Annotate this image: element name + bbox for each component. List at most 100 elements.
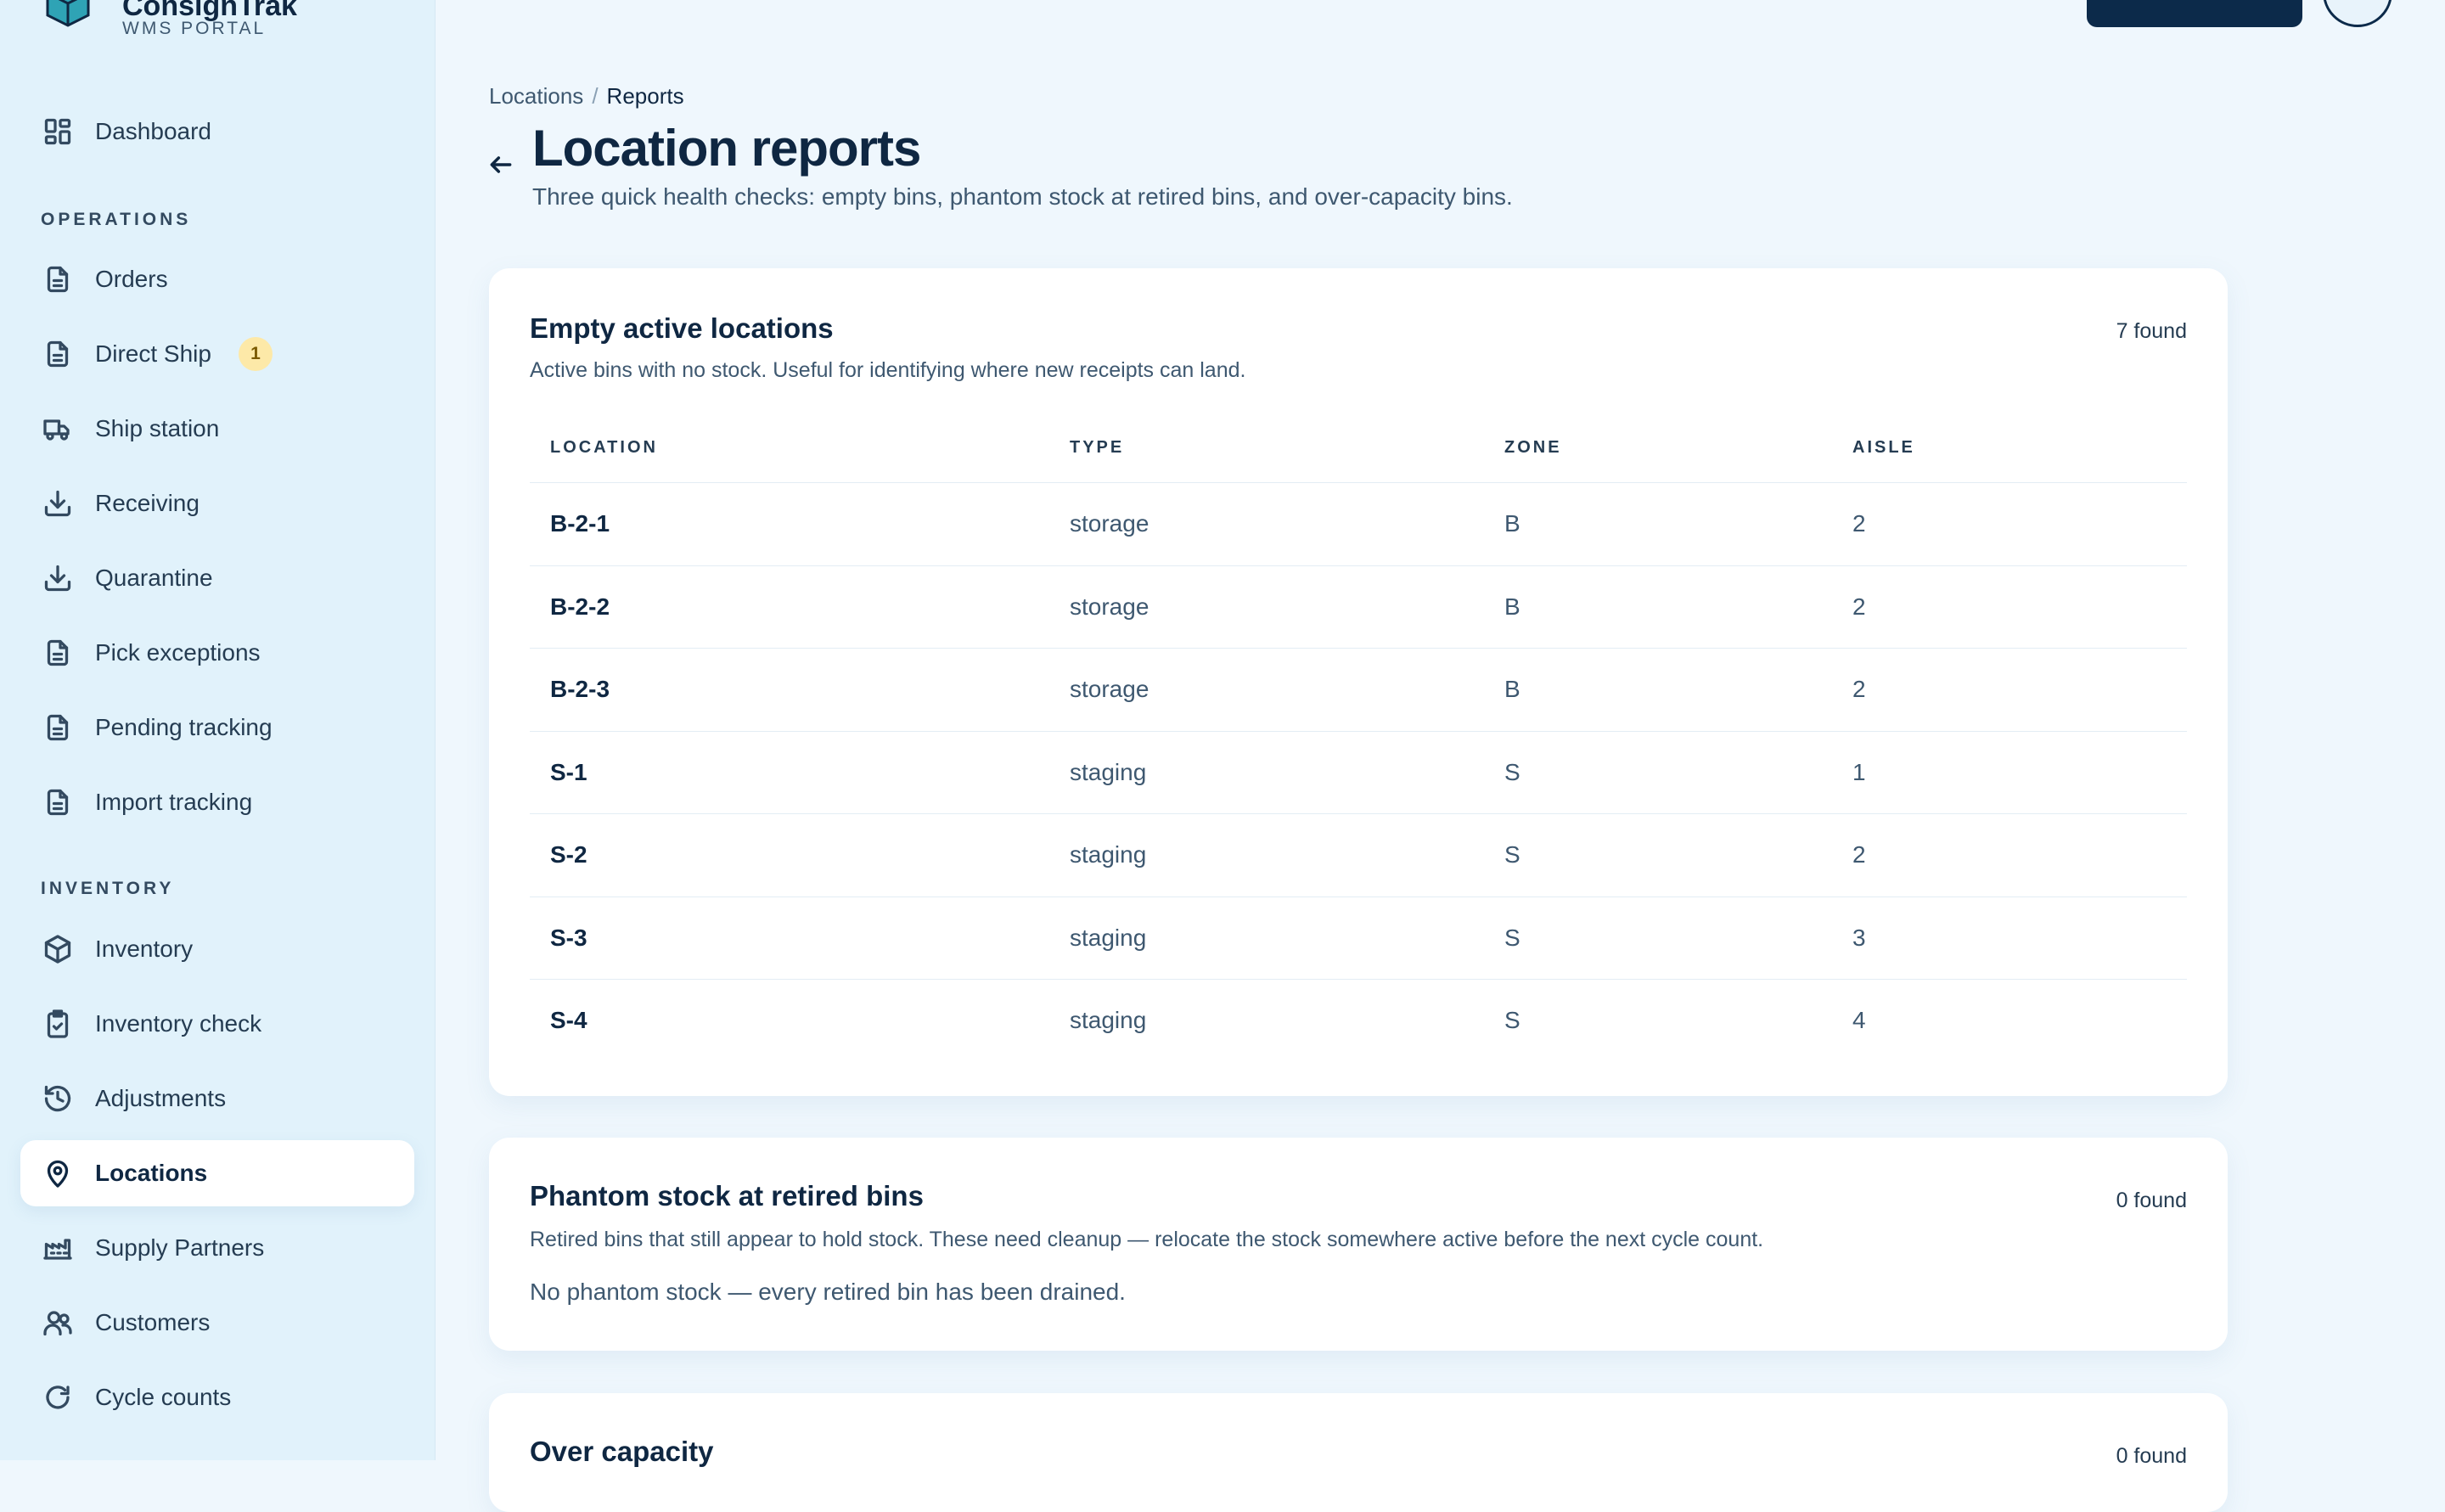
brand-subtitle: WMS PORTAL (122, 19, 267, 38)
primary-action-button[interactable] (2087, 0, 2302, 27)
over-capacity-card: Over capacity 0 found (489, 1393, 2228, 1512)
sidebar-item-locations[interactable]: Locations (20, 1140, 414, 1206)
download-icon (41, 561, 75, 595)
sidebar-item-inventory[interactable]: Inventory (20, 916, 414, 982)
box-icon (41, 932, 75, 966)
sidebar-item-label: Quarantine (95, 565, 213, 591)
sidebar-item-pick-exceptions[interactable]: Pick exceptions (20, 620, 414, 686)
sidebar-item-pending-tracking[interactable]: Pending tracking (20, 694, 414, 761)
empty-state-message: No phantom stock — every retired bin has… (530, 1279, 1126, 1305)
cell-location: S-3 (550, 924, 587, 951)
table-row[interactable]: S-2 staging S 2 (530, 814, 2187, 897)
cell-zone: S (1504, 758, 1520, 785)
document-icon (41, 785, 75, 819)
section-heading-operations: OPERATIONS (41, 210, 192, 229)
clipboard-check-icon (41, 1007, 75, 1041)
column-header-location[interactable]: LOCATION (550, 438, 658, 458)
sidebar-item-inventory-check[interactable]: Inventory check (20, 991, 414, 1057)
brand-logo-icon (46, 0, 90, 27)
card-description: Active bins with no stock. Useful for id… (530, 358, 1246, 382)
cell-location: B-2-2 (550, 593, 610, 620)
card-description: Retired bins that still appear to hold s… (530, 1228, 1764, 1251)
sidebar-item-orders[interactable]: Orders (20, 246, 414, 312)
cell-zone: B (1504, 593, 1520, 620)
cell-aisle: 2 (1852, 510, 1866, 537)
found-count: 0 found (2116, 1189, 2187, 1212)
sidebar-item-dashboard[interactable]: Dashboard (20, 98, 414, 165)
breadcrumb-link-locations[interactable]: Locations (489, 83, 583, 109)
empty-locations-table: LOCATION TYPE ZONE AISLE B-2-1 storage B… (530, 416, 2187, 1062)
sidebar-item-label: Adjustments (95, 1085, 227, 1111)
cell-location: S-4 (550, 1007, 587, 1033)
cell-location: S-2 (550, 841, 587, 868)
card-title: Empty active locations (530, 312, 834, 344)
empty-locations-card: Empty active locations 7 found Active bi… (489, 268, 2228, 1096)
cell-type: staging (1070, 1007, 1147, 1033)
column-header-aisle[interactable]: AISLE (1852, 438, 1915, 458)
sidebar-item-label: Orders (95, 266, 168, 292)
dashboard-icon (41, 115, 75, 149)
table-row[interactable]: S-3 staging S 3 (530, 897, 2187, 980)
sidebar-item-receiving[interactable]: Receiving (20, 470, 414, 537)
cell-zone: B (1504, 510, 1520, 537)
cell-zone: S (1504, 1007, 1520, 1033)
document-icon (41, 337, 75, 371)
table-row[interactable]: B-2-1 storage B 2 (530, 483, 2187, 566)
cell-type: storage (1070, 593, 1149, 620)
cell-zone: S (1504, 841, 1520, 868)
sidebar-item-label: Customers (95, 1309, 211, 1335)
sidebar-item-ship-station[interactable]: Ship station (20, 396, 414, 462)
cell-location: S-1 (550, 758, 587, 785)
table-row[interactable]: S-4 staging S 4 (530, 980, 2187, 1062)
table-row[interactable]: B-2-2 storage B 2 (530, 566, 2187, 649)
table-header: LOCATION TYPE ZONE AISLE (530, 416, 2187, 483)
sidebar-item-supply-partners[interactable]: Supply Partners (20, 1215, 414, 1281)
document-icon (41, 636, 75, 670)
refresh-icon (41, 1380, 75, 1414)
sidebar-item-customers[interactable]: Customers (20, 1290, 414, 1356)
cell-aisle: 3 (1852, 924, 1866, 951)
found-count: 0 found (2116, 1444, 2187, 1468)
history-icon (41, 1082, 75, 1116)
avatar[interactable] (2323, 0, 2392, 27)
cell-aisle: 2 (1852, 676, 1866, 702)
cell-location: B-2-3 (550, 676, 610, 702)
sidebar-item-adjustments[interactable]: Adjustments (20, 1065, 414, 1132)
cell-zone: S (1504, 924, 1520, 951)
sidebar-item-label: Inventory (95, 936, 194, 962)
page-title: Location reports (532, 120, 921, 177)
card-title: Over capacity (530, 1436, 714, 1467)
sidebar-item-direct-ship[interactable]: Direct Ship 1 (20, 321, 414, 387)
sidebar-item-label: Dashboard (95, 118, 211, 144)
column-header-zone[interactable]: ZONE (1504, 438, 1562, 458)
sidebar-item-label: Cycle counts (95, 1384, 232, 1410)
sidebar-item-label: Locations (95, 1160, 208, 1186)
cell-aisle: 2 (1852, 841, 1866, 868)
found-count: 7 found (2116, 319, 2187, 343)
column-header-type[interactable]: TYPE (1070, 438, 1124, 458)
breadcrumb: Locations / Reports (489, 83, 684, 110)
count-badge: 1 (238, 337, 273, 371)
sidebar-item-import-tracking[interactable]: Import tracking (20, 769, 414, 835)
document-icon (41, 711, 75, 745)
arrow-left-icon (490, 156, 512, 173)
sidebar-item-label: Direct Ship (95, 340, 211, 367)
cell-type: staging (1070, 841, 1147, 868)
cell-aisle: 4 (1852, 1007, 1866, 1033)
cell-aisle: 2 (1852, 593, 1866, 620)
sidebar-item-cycle-counts[interactable]: Cycle counts (20, 1364, 414, 1430)
cell-zone: B (1504, 676, 1520, 702)
table-row[interactable]: B-2-3 storage B 2 (530, 649, 2187, 732)
table-row[interactable]: S-1 staging S 1 (530, 732, 2187, 814)
card-title: Phantom stock at retired bins (530, 1180, 924, 1211)
phantom-stock-card: Phantom stock at retired bins 0 found Re… (489, 1138, 2228, 1351)
sidebar-item-quarantine[interactable]: Quarantine (20, 545, 414, 611)
map-pin-icon (41, 1156, 75, 1190)
back-button[interactable] (487, 151, 514, 178)
cell-type: storage (1070, 510, 1149, 537)
breadcrumb-separator: / (592, 83, 599, 109)
sidebar-item-label: Receiving (95, 490, 200, 516)
sidebar-item-label: Inventory check (95, 1010, 262, 1037)
cell-type: storage (1070, 676, 1149, 702)
cell-type: staging (1070, 924, 1147, 951)
